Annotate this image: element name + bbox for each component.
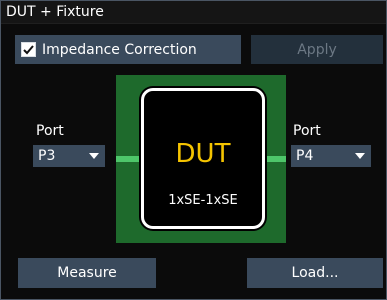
load-button[interactable]: Load...	[247, 258, 383, 288]
impedance-correction-checkbox[interactable]	[21, 42, 36, 57]
window-title: DUT + Fixture	[6, 4, 104, 20]
dut-config: 1xSE-1xSE	[168, 193, 238, 208]
chevron-down-icon	[89, 153, 99, 159]
measure-button[interactable]: Measure	[18, 258, 156, 288]
port-left-value: P3	[38, 148, 56, 164]
port-right-select[interactable]: P4	[291, 145, 371, 167]
dut-name: DUT	[175, 139, 231, 169]
right-lead	[265, 156, 286, 162]
port-right-label: Port	[293, 123, 321, 139]
left-lead	[116, 156, 141, 162]
dut-block: DUT 1xSE-1xSE	[141, 88, 265, 229]
port-left-label: Port	[36, 123, 64, 139]
chevron-down-icon	[355, 153, 365, 159]
port-right-value: P4	[296, 148, 314, 164]
apply-button[interactable]: Apply	[251, 35, 383, 64]
title-bar: DUT + Fixture	[1, 1, 386, 24]
port-left-select[interactable]: P3	[33, 145, 105, 167]
impedance-correction-label: Impedance Correction	[42, 41, 197, 58]
checkmark-icon	[23, 45, 34, 55]
impedance-correction-toggle[interactable]: Impedance Correction	[15, 35, 241, 64]
dut-fixture-panel: DUT + Fixture Impedance Correction Apply…	[0, 0, 387, 300]
